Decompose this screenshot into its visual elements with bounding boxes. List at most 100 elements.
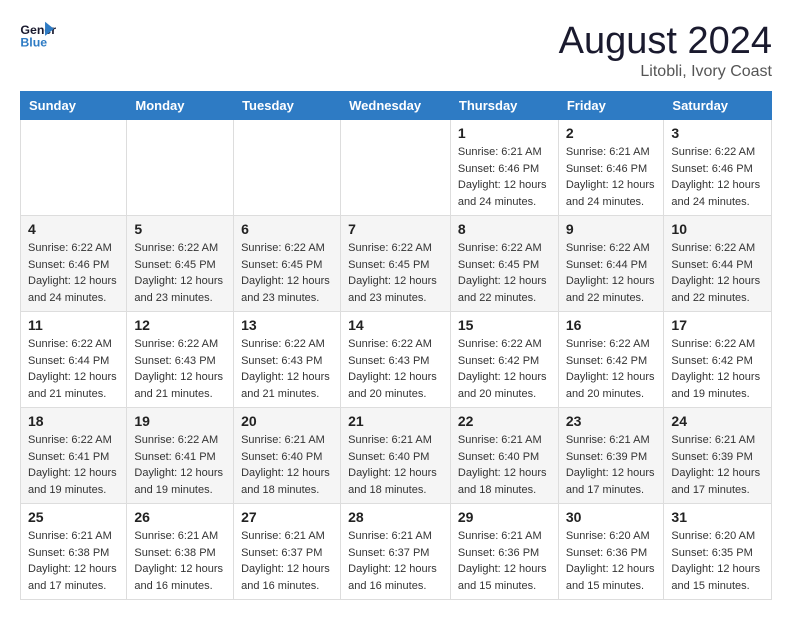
day-number: 22 [458,413,551,429]
table-row: 23 Sunrise: 6:21 AMSunset: 6:39 PMDaylig… [558,408,664,504]
page-header: General Blue August 2024 Litobli, Ivory … [20,20,772,81]
day-info: Sunrise: 6:21 AMSunset: 6:46 PMDaylight:… [566,144,657,210]
table-row: 28 Sunrise: 6:21 AMSunset: 6:37 PMDaylig… [341,504,451,600]
table-row: 8 Sunrise: 6:22 AMSunset: 6:45 PMDayligh… [450,216,558,312]
table-row: 14 Sunrise: 6:22 AMSunset: 6:43 PMDaylig… [341,312,451,408]
day-number: 29 [458,509,551,525]
table-row: 2 Sunrise: 6:21 AMSunset: 6:46 PMDayligh… [558,120,664,216]
table-row: 30 Sunrise: 6:20 AMSunset: 6:36 PMDaylig… [558,504,664,600]
table-row: 7 Sunrise: 6:22 AMSunset: 6:45 PMDayligh… [341,216,451,312]
header-saturday: Saturday [664,92,772,120]
table-row: 24 Sunrise: 6:21 AMSunset: 6:39 PMDaylig… [664,408,772,504]
header-sunday: Sunday [21,92,127,120]
day-info: Sunrise: 6:21 AMSunset: 6:37 PMDaylight:… [241,528,333,594]
day-number: 1 [458,125,551,141]
day-number: 31 [671,509,764,525]
table-row: 9 Sunrise: 6:22 AMSunset: 6:44 PMDayligh… [558,216,664,312]
day-info: Sunrise: 6:21 AMSunset: 6:38 PMDaylight:… [134,528,226,594]
day-number: 6 [241,221,333,237]
table-row: 31 Sunrise: 6:20 AMSunset: 6:35 PMDaylig… [664,504,772,600]
table-row: 16 Sunrise: 6:22 AMSunset: 6:42 PMDaylig… [558,312,664,408]
day-number: 30 [566,509,657,525]
table-row: 3 Sunrise: 6:22 AMSunset: 6:46 PMDayligh… [664,120,772,216]
table-row: 5 Sunrise: 6:22 AMSunset: 6:45 PMDayligh… [127,216,234,312]
day-number: 16 [566,317,657,333]
day-info: Sunrise: 6:22 AMSunset: 6:42 PMDaylight:… [458,336,551,402]
day-info: Sunrise: 6:22 AMSunset: 6:42 PMDaylight:… [671,336,764,402]
day-info: Sunrise: 6:20 AMSunset: 6:35 PMDaylight:… [671,528,764,594]
day-number: 24 [671,413,764,429]
day-number: 27 [241,509,333,525]
table-row: 13 Sunrise: 6:22 AMSunset: 6:43 PMDaylig… [234,312,341,408]
calendar-header-row: Sunday Monday Tuesday Wednesday Thursday… [21,92,772,120]
table-row: 11 Sunrise: 6:22 AMSunset: 6:44 PMDaylig… [21,312,127,408]
day-info: Sunrise: 6:21 AMSunset: 6:36 PMDaylight:… [458,528,551,594]
day-number: 12 [134,317,226,333]
table-row [341,120,451,216]
day-info: Sunrise: 6:22 AMSunset: 6:43 PMDaylight:… [134,336,226,402]
day-number: 26 [134,509,226,525]
day-info: Sunrise: 6:22 AMSunset: 6:46 PMDaylight:… [671,144,764,210]
table-row: 22 Sunrise: 6:21 AMSunset: 6:40 PMDaylig… [450,408,558,504]
day-info: Sunrise: 6:21 AMSunset: 6:37 PMDaylight:… [348,528,443,594]
header-tuesday: Tuesday [234,92,341,120]
day-info: Sunrise: 6:22 AMSunset: 6:45 PMDaylight:… [134,240,226,306]
table-row: 17 Sunrise: 6:22 AMSunset: 6:42 PMDaylig… [664,312,772,408]
day-info: Sunrise: 6:22 AMSunset: 6:43 PMDaylight:… [348,336,443,402]
table-row: 1 Sunrise: 6:21 AMSunset: 6:46 PMDayligh… [450,120,558,216]
table-row: 20 Sunrise: 6:21 AMSunset: 6:40 PMDaylig… [234,408,341,504]
table-row: 12 Sunrise: 6:22 AMSunset: 6:43 PMDaylig… [127,312,234,408]
header-friday: Friday [558,92,664,120]
day-info: Sunrise: 6:20 AMSunset: 6:36 PMDaylight:… [566,528,657,594]
calendar-week-row: 18 Sunrise: 6:22 AMSunset: 6:41 PMDaylig… [21,408,772,504]
calendar-table: Sunday Monday Tuesday Wednesday Thursday… [20,91,772,600]
table-row: 29 Sunrise: 6:21 AMSunset: 6:36 PMDaylig… [450,504,558,600]
day-info: Sunrise: 6:22 AMSunset: 6:45 PMDaylight:… [241,240,333,306]
day-info: Sunrise: 6:21 AMSunset: 6:40 PMDaylight:… [348,432,443,498]
table-row [21,120,127,216]
table-row: 4 Sunrise: 6:22 AMSunset: 6:46 PMDayligh… [21,216,127,312]
day-info: Sunrise: 6:22 AMSunset: 6:44 PMDaylight:… [28,336,119,402]
table-row: 26 Sunrise: 6:21 AMSunset: 6:38 PMDaylig… [127,504,234,600]
calendar-week-row: 11 Sunrise: 6:22 AMSunset: 6:44 PMDaylig… [21,312,772,408]
day-number: 25 [28,509,119,525]
table-row: 6 Sunrise: 6:22 AMSunset: 6:45 PMDayligh… [234,216,341,312]
day-info: Sunrise: 6:21 AMSunset: 6:38 PMDaylight:… [28,528,119,594]
day-number: 5 [134,221,226,237]
day-number: 9 [566,221,657,237]
table-row: 21 Sunrise: 6:21 AMSunset: 6:40 PMDaylig… [341,408,451,504]
day-number: 19 [134,413,226,429]
calendar-week-row: 4 Sunrise: 6:22 AMSunset: 6:46 PMDayligh… [21,216,772,312]
day-info: Sunrise: 6:21 AMSunset: 6:40 PMDaylight:… [458,432,551,498]
logo-icon: General Blue [20,20,56,50]
day-number: 18 [28,413,119,429]
header-monday: Monday [127,92,234,120]
table-row: 25 Sunrise: 6:21 AMSunset: 6:38 PMDaylig… [21,504,127,600]
day-number: 20 [241,413,333,429]
day-info: Sunrise: 6:21 AMSunset: 6:40 PMDaylight:… [241,432,333,498]
table-row: 19 Sunrise: 6:22 AMSunset: 6:41 PMDaylig… [127,408,234,504]
day-number: 4 [28,221,119,237]
day-info: Sunrise: 6:22 AMSunset: 6:41 PMDaylight:… [134,432,226,498]
day-number: 10 [671,221,764,237]
table-row: 18 Sunrise: 6:22 AMSunset: 6:41 PMDaylig… [21,408,127,504]
day-number: 7 [348,221,443,237]
day-info: Sunrise: 6:22 AMSunset: 6:45 PMDaylight:… [458,240,551,306]
day-info: Sunrise: 6:22 AMSunset: 6:45 PMDaylight:… [348,240,443,306]
header-wednesday: Wednesday [341,92,451,120]
day-info: Sunrise: 6:22 AMSunset: 6:44 PMDaylight:… [671,240,764,306]
day-number: 8 [458,221,551,237]
table-row: 15 Sunrise: 6:22 AMSunset: 6:42 PMDaylig… [450,312,558,408]
table-row [127,120,234,216]
location-subtitle: Litobli, Ivory Coast [559,63,772,81]
day-number: 23 [566,413,657,429]
day-number: 13 [241,317,333,333]
day-info: Sunrise: 6:21 AMSunset: 6:39 PMDaylight:… [671,432,764,498]
day-info: Sunrise: 6:22 AMSunset: 6:46 PMDaylight:… [28,240,119,306]
svg-text:Blue: Blue [20,35,47,49]
day-number: 28 [348,509,443,525]
day-number: 11 [28,317,119,333]
header-thursday: Thursday [450,92,558,120]
day-info: Sunrise: 6:21 AMSunset: 6:46 PMDaylight:… [458,144,551,210]
day-info: Sunrise: 6:22 AMSunset: 6:44 PMDaylight:… [566,240,657,306]
